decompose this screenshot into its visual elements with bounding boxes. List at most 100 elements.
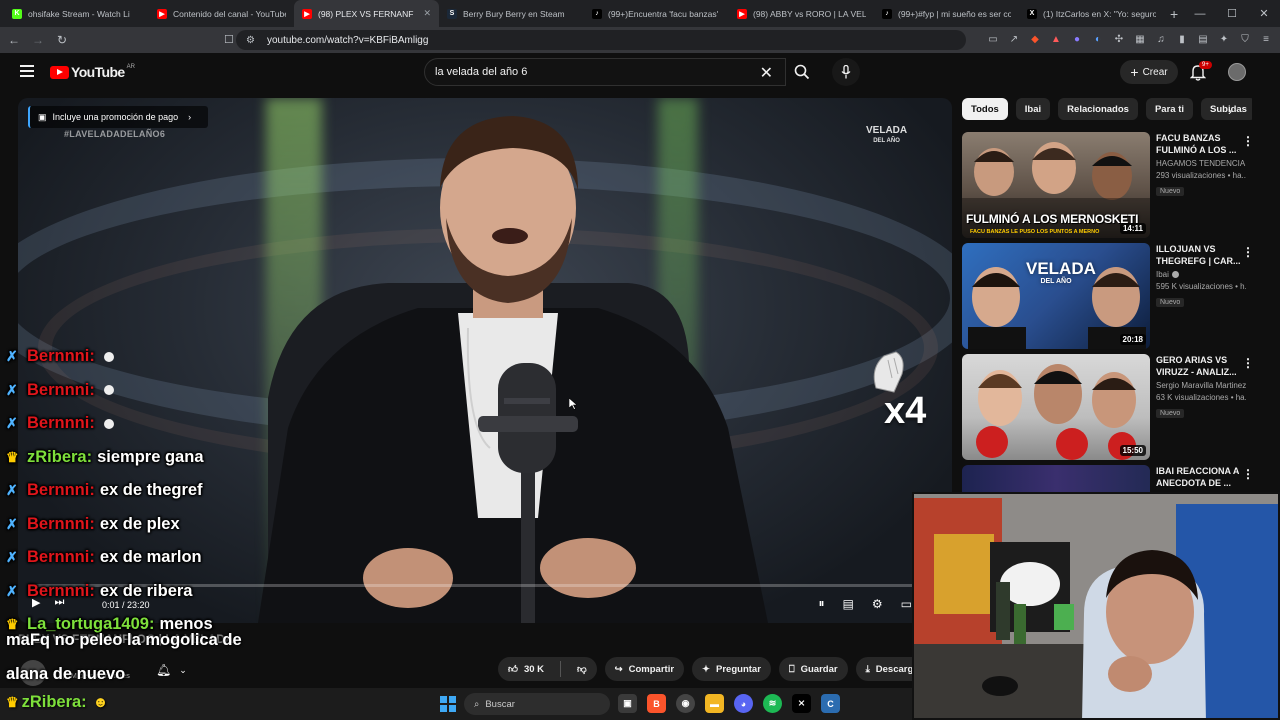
brave-browser-icon[interactable]: B [647, 694, 666, 713]
browser-tab[interactable]: ♪ (99+)Encuentra 'facu banzas' e [584, 0, 729, 27]
create-button[interactable]: + Crear [1120, 60, 1178, 84]
chat-message: ✗ Bernnni: ex de thegref [6, 474, 426, 508]
taskbar-search[interactable]: ⌕ Buscar [464, 693, 610, 715]
menu-icon[interactable] [20, 65, 34, 77]
ai-icon[interactable]: ✦ [1218, 34, 1230, 46]
menu-icon[interactable]: ≡ [1260, 34, 1272, 46]
back-button[interactable]: ← [4, 33, 24, 47]
obs-icon[interactable]: ◉ [676, 694, 695, 713]
tab-title: (98) ABBY vs RORO | LA VELAD [753, 8, 866, 19]
dislike-button[interactable]: 👎︎ [567, 657, 597, 681]
channel-name-text: Ibai [1156, 270, 1169, 279]
recommendation-card[interactable]: VELADA DEL AÑO 20:18 ILLOJUAN VS THEGREFG… [962, 243, 1262, 349]
close-window-button[interactable]: ✕ [1248, 7, 1280, 20]
search-button[interactable] [786, 58, 818, 86]
browser-tab[interactable]: S Berry Bury Berry en Steam [439, 0, 584, 27]
close-tab-icon[interactable]: ✕ [423, 8, 431, 19]
recommendation-title[interactable]: ILLOJUAN VS THEGREFG | CAR... [1156, 243, 1246, 267]
more-options-icon[interactable]: ⋮ [1242, 134, 1254, 148]
voice-search-button[interactable] [832, 58, 860, 86]
windows-start-icon[interactable] [440, 696, 456, 712]
sword-badge-icon: ✗ [6, 515, 18, 532]
paid-promotion-banner[interactable]: ▣ Incluye una promoción de pago › [28, 106, 208, 128]
recommendation-title[interactable]: FACU BANZAS FULMINÓ A LOS ... [1156, 132, 1246, 156]
browser-tab[interactable]: ▶ (98) ABBY vs RORO | LA VELAD [729, 0, 874, 27]
filter-chip[interactable]: Para ti [1145, 98, 1193, 120]
wallet-icon[interactable]: ▤ [1197, 34, 1209, 46]
sword-badge-icon: ✗ [6, 582, 18, 599]
maximize-button[interactable]: ☐ [1216, 7, 1248, 20]
subtitles-icon[interactable]: ▤ [843, 597, 854, 611]
thumbs-down-icon: 👎︎ [577, 664, 587, 675]
extension-icon[interactable]: ◐ [1092, 34, 1104, 46]
recommendation-card[interactable]: 15:50 GERO ARIAS vs VIRUZZ - ANALIZ... S… [962, 354, 1262, 460]
channel-name[interactable]: Sergio Maravilla Martinez [1156, 381, 1246, 390]
forward-button[interactable]: → [28, 33, 48, 47]
autoplay-toggle-icon[interactable]: ⏸ [819, 596, 825, 611]
recommendation-title[interactable]: IBAI REACCIONA A ANECDOTA DE ... [1156, 465, 1246, 489]
recommendation-title[interactable]: GERO ARIAS vs VIRUZZ - ANALIZ... [1156, 354, 1246, 378]
youtube-logo[interactable]: YouTube AR [50, 64, 135, 80]
browser-tab[interactable]: Kohsifake Stream - Watch Li [4, 0, 149, 27]
window-controls: — ☐ ✕ [1184, 0, 1280, 27]
chevron-right-icon[interactable]: › [1228, 104, 1232, 118]
task-view-icon[interactable]: ▣ [618, 694, 637, 713]
omnibox[interactable]: ⚙ youtube.com/watch?v=KBFiBAmligg [236, 30, 966, 50]
more-options-icon[interactable]: ⋮ [1242, 245, 1254, 259]
search-input[interactable]: la velada del año 6 ✕ [424, 58, 786, 86]
channel-name[interactable]: Ibai [1156, 270, 1246, 279]
browser-tab[interactable]: ▶ (98) PLEX VS FERNANF ✕ [294, 0, 439, 27]
sidebar-icon[interactable]: ▮ [1176, 34, 1188, 46]
filter-chip[interactable]: Relacionados [1058, 98, 1138, 120]
discord-icon[interactable]: ◕ [734, 694, 753, 713]
media-icon[interactable]: ♫ [1155, 34, 1167, 46]
more-options-icon[interactable]: ⋮ [1242, 467, 1254, 481]
new-tab-button[interactable]: + [1170, 6, 1178, 22]
tab-favicon-icon: ▶ [157, 8, 167, 19]
miniplayer-icon[interactable]: ▭ [901, 597, 912, 611]
settings-gear-icon[interactable]: ⚙ [872, 597, 883, 611]
channel-name[interactable]: HAGAMOS TENDENCIA [1156, 159, 1246, 168]
capcut-icon[interactable]: ⨯ [792, 694, 811, 713]
share-button[interactable]: ↪ Compartir [604, 657, 685, 681]
filter-chip[interactable]: Subidas [1201, 98, 1252, 120]
recommendation-card[interactable]: FULMINÓ A LOS MERNOSKETI FACU BANZAS LE … [962, 132, 1262, 238]
save-button[interactable]: ⎕ Guardar [778, 657, 848, 681]
ask-button[interactable]: ✦ Preguntar [692, 657, 771, 681]
site-info-icon[interactable]: ⚙ [246, 35, 255, 46]
emote-icon: ☻ [92, 693, 109, 711]
account-avatar[interactable] [1228, 63, 1246, 81]
minimize-button[interactable]: — [1184, 8, 1216, 20]
file-explorer-icon[interactable]: ▬ [705, 694, 724, 713]
like-button[interactable]: 👍︎ 30 K [498, 657, 554, 681]
browser-tab[interactable]: ▶ Contenido del canal - YouTube [149, 0, 294, 27]
filter-chip[interactable]: Todos [962, 98, 1008, 120]
video-thumbnail[interactable]: FULMINÓ A LOS MERNOSKETI FACU BANZAS LE … [962, 132, 1150, 238]
extension-icon[interactable]: ▦ [1134, 34, 1146, 46]
notifications-button[interactable]: 9+ [1189, 61, 1212, 83]
share-icon[interactable]: ↗ [1008, 34, 1020, 46]
browser-tab[interactable]: X (1) ItzCarlos en X: "Yo: seguro [1019, 0, 1164, 27]
video-thumbnail[interactable]: VELADA DEL AÑO 20:18 [962, 243, 1150, 349]
streamer-webcam [912, 492, 1280, 720]
extension-icon[interactable]: ● [1071, 34, 1083, 46]
rewards-icon[interactable]: ▲ [1050, 34, 1062, 46]
chat-username: Bernnni: [27, 380, 95, 399]
tab-favicon-icon: ▶ [737, 8, 747, 19]
video-thumbnail[interactable]: 15:50 [962, 354, 1150, 460]
recommendation-card[interactable]: IBAI REACCIONA A ANECDOTA DE ... ⋮ [962, 465, 1262, 493]
clear-search-icon[interactable]: ✕ [760, 63, 773, 83]
vpn-icon[interactable]: ⛉ [1239, 34, 1251, 46]
ccleaner-icon[interactable]: C [821, 694, 840, 713]
brave-shield-icon[interactable]: ◆ [1029, 34, 1041, 46]
puzzle-icon[interactable]: ✣ [1113, 34, 1125, 46]
browser-tab[interactable]: ♪ (99+)#fyp | mi sueño es ser co [874, 0, 1019, 27]
more-options-icon[interactable]: ⋮ [1242, 356, 1254, 370]
spotify-icon[interactable]: ≋ [763, 694, 782, 713]
filter-chip[interactable]: Ibai [1015, 98, 1051, 120]
reload-button[interactable]: ↻ [52, 33, 72, 47]
crown-badge-icon: ♛ [6, 448, 19, 465]
video-thumbnail[interactable] [962, 465, 1150, 493]
bookmark-icon[interactable]: ☐ [224, 33, 234, 46]
cast-icon[interactable]: ▭ [987, 34, 999, 46]
